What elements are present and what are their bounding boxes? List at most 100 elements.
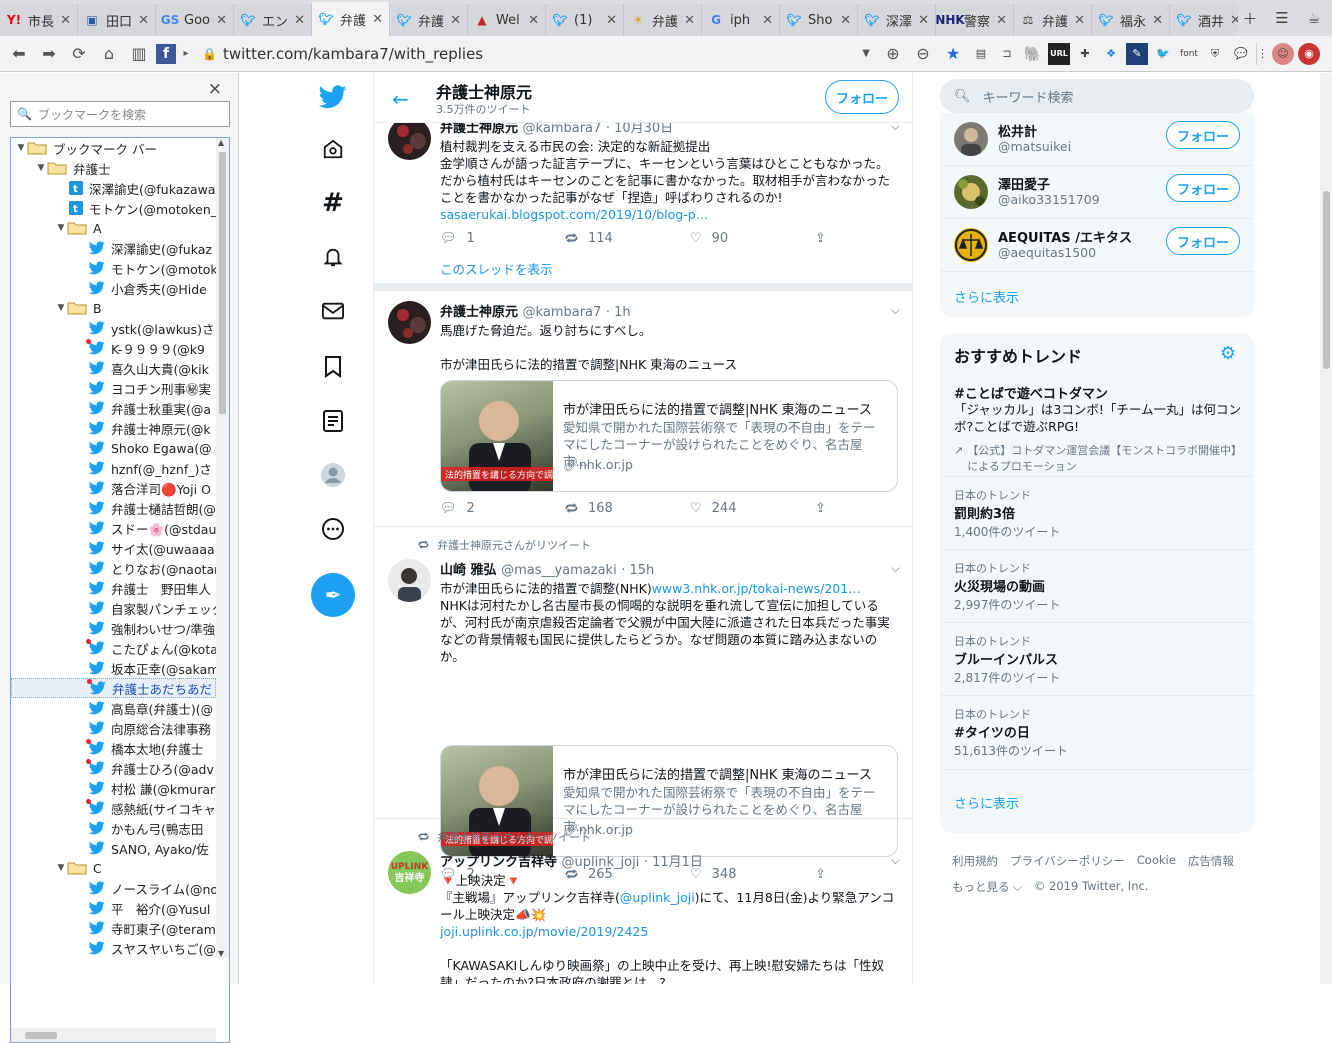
- bookmark-item[interactable]: ノースライム(@no: [11, 878, 216, 898]
- bookmark-item[interactable]: 弁護士神原元(@k: [11, 418, 216, 438]
- zoom-in-icon[interactable]: ⊕: [880, 41, 906, 67]
- lists-icon[interactable]: [305, 401, 361, 441]
- tweet-time[interactable]: · 15h: [621, 563, 654, 578]
- settings-gear-icon[interactable]: ⚙: [1220, 343, 1236, 364]
- bookmark-search-input[interactable]: 🔍 ブックマークを検索: [10, 101, 230, 127]
- close-icon[interactable]: ×: [208, 79, 222, 99]
- explore-hashtag-icon[interactable]: #: [305, 183, 361, 223]
- expand-triangle-icon[interactable]: ▼: [55, 303, 67, 313]
- footer-link-cookie[interactable]: Cookie: [1137, 853, 1176, 869]
- font-icon[interactable]: font: [1178, 43, 1200, 65]
- show-thread-link[interactable]: このスレッドを表示: [440, 259, 553, 278]
- author-handle[interactable]: @mas__yamazaki: [501, 563, 617, 578]
- browser-tab[interactable]: Giph ✕: [702, 4, 780, 36]
- bookmark-item[interactable]: スドー🌸(@stdau: [11, 518, 216, 538]
- browser-tab[interactable]: 🐦︎ 弁護 ✕: [390, 4, 468, 36]
- bookmark-folder[interactable]: ▼ A: [11, 218, 216, 238]
- library-icon[interactable]: ▤: [970, 43, 992, 65]
- show-more-trends-link[interactable]: さらに表示: [954, 793, 1019, 812]
- bookmark-item[interactable]: ヨコチン刑事㊙実: [11, 378, 216, 398]
- tree-hscroll-thumb[interactable]: [25, 1032, 57, 1039]
- browser-tab[interactable]: 🐦︎ 福永 ✕: [1092, 4, 1170, 36]
- footer-more-link[interactable]: もっと見る ⌵: [952, 879, 1022, 895]
- author-name[interactable]: 山崎 雅弘: [440, 563, 497, 578]
- close-tab-icon[interactable]: ✕: [762, 13, 773, 28]
- bookmark-item[interactable]: 小倉秀夫(@Hide: [11, 278, 216, 298]
- bookmark-folder[interactable]: ▼ B: [11, 298, 216, 318]
- tweet-link[interactable]: sasaerukai.blogspot.com/2019/10/blog-p…: [440, 206, 900, 223]
- browser-tab[interactable]: ▣ 田口 ✕: [78, 4, 156, 36]
- bookmark-item[interactable]: 落合洋司🔴Yoji O: [11, 478, 216, 498]
- scroll-up-arrow-icon[interactable]: ▲: [218, 138, 224, 147]
- profile-avatar-icon[interactable]: ☺: [1272, 42, 1294, 65]
- retweet-button[interactable]: 🔁︎ 114: [565, 229, 690, 248]
- follow-suggestion[interactable]: 澤田愛子 @aiko33151709 フォロー: [940, 166, 1254, 219]
- retweet-context-text[interactable]: 弁護士神原元さんがリツイート: [437, 537, 591, 553]
- footer-link-terms[interactable]: 利用規約: [952, 853, 998, 869]
- author-handle[interactable]: @uplink_joji: [562, 855, 640, 870]
- bookmark-folder[interactable]: ▼ 弁護士: [11, 158, 216, 178]
- tab-list-icon[interactable]: ☰: [1270, 6, 1294, 30]
- close-tab-icon[interactable]: ✕: [528, 13, 539, 28]
- share-button[interactable]: ⇪: [815, 231, 912, 246]
- scroll-down-arrow-icon[interactable]: ▼: [218, 949, 224, 958]
- tweet[interactable]: 🔁︎ 弁護士神原元さんがリツイート UPLINK 吉祥寺 アップリンク吉祥寺 @u…: [374, 819, 912, 984]
- dropbox-icon[interactable]: ❖: [1100, 43, 1122, 65]
- bookmark-item[interactable]: 寺町東子(@teram: [11, 918, 216, 938]
- page-scroll-thumb[interactable]: [1323, 191, 1330, 369]
- twitter-logo-icon[interactable]: [305, 77, 361, 117]
- forward-icon[interactable]: ➡: [36, 41, 62, 67]
- retweet-context-text[interactable]: 弁護士神原元さんがリツイート: [437, 829, 591, 845]
- bookmark-item[interactable]: かもん弓(鴨志田: [11, 818, 216, 838]
- bookmark-item[interactable]: モトケン(@motok: [11, 258, 216, 278]
- bookmark-item[interactable]: サイ太(@uwaaaa): [11, 538, 216, 558]
- chevron-down-icon[interactable]: ⌵: [891, 561, 900, 576]
- bookmark-folder[interactable]: ▼ C: [11, 858, 216, 878]
- url-dropdown-icon[interactable]: ▼: [862, 48, 870, 59]
- close-tab-icon[interactable]: ✕: [450, 13, 461, 28]
- bookmark-item[interactable]: 平 裕介(@Yusul: [11, 898, 216, 918]
- like-button[interactable]: ♡ 90: [690, 231, 815, 246]
- bookmark-item[interactable]: 坂本正幸(@sakam: [11, 658, 216, 678]
- back-icon[interactable]: ⬅: [6, 41, 32, 67]
- trend-name[interactable]: #ことばで遊べコトダマン: [954, 383, 1108, 402]
- tweet[interactable]: 🔁︎ 弁護士神原元さんがリツイート 山崎 雅弘 @mas__yamazaki · …: [374, 527, 912, 883]
- messages-envelope-icon[interactable]: [305, 291, 361, 331]
- trend-name[interactable]: 罰則約3倍: [954, 503, 1015, 522]
- browser-tab[interactable]: 🐦︎ 酒井 ✕: [1170, 4, 1248, 36]
- author-name[interactable]: 弁護士神原元: [440, 121, 518, 136]
- trend-item[interactable]: 日本のトレンド ブルーインパルス 2,817件のツイート: [940, 623, 1254, 696]
- trend-name[interactable]: ブルーインパルス: [954, 649, 1058, 668]
- expand-triangle-icon[interactable]: ▼: [15, 143, 27, 153]
- reply-button[interactable]: 💬︎ 1: [440, 231, 565, 246]
- new-tab-icon[interactable]: ＋: [1238, 6, 1262, 30]
- bookmark-item[interactable]: 高島章(弁護士)(@: [11, 698, 216, 718]
- bookmark-item[interactable]: SANO, Ayako/佐: [11, 838, 216, 858]
- bookmark-item[interactable]: 喜久山大貴(@kik: [11, 358, 216, 378]
- tweet-link[interactable]: www3.nhk.or.jp/tokai-news/201…: [652, 581, 861, 596]
- expand-triangle-icon[interactable]: ▼: [55, 223, 67, 233]
- tweet[interactable]: 弁護士神原元 @kambara7 · 10月30日 植村裁判を支える市民の会: …: [374, 117, 912, 283]
- close-tab-icon[interactable]: ✕: [372, 12, 383, 27]
- bookmark-item[interactable]: 弁護士秋重実(@a: [11, 398, 216, 418]
- bookmark-tree[interactable]: ▼ ブックマーク バー ▼ 弁護士 t 深澤諭史(@fukazawa t モトケン(@moto…: [10, 137, 230, 1043]
- tweet-author[interactable]: アップリンク吉祥寺 @uplink_joji · 11月1日: [440, 851, 900, 870]
- author-handle[interactable]: @kambara7: [523, 305, 602, 320]
- tweet[interactable]: 弁護士神原元 @kambara7 · 1h 馬鹿げた脅迫だ。返り討ちにすべし。 …: [374, 291, 912, 527]
- tree-horizontal-scrollbar[interactable]: [11, 1028, 216, 1042]
- overflow-arrow-icon[interactable]: ▸: [180, 41, 192, 67]
- reply-button[interactable]: 💬︎ 2: [440, 501, 565, 516]
- bookmark-item[interactable]: 自家製パンチェッタ: [11, 598, 216, 618]
- author-name[interactable]: アップリンク吉祥寺: [440, 855, 557, 870]
- home-icon[interactable]: ⌂: [96, 41, 122, 67]
- bookmark-item[interactable]: 弁護士樋詰哲朗(@: [11, 498, 216, 518]
- url-text[interactable]: twitter.com/kambara7/with_replies: [223, 45, 856, 63]
- follow-button[interactable]: フォロー: [825, 80, 899, 114]
- notifications-bell-icon[interactable]: [305, 237, 361, 277]
- bookmark-sidebar-icon[interactable]: ▥: [126, 41, 152, 67]
- avatar[interactable]: [954, 122, 988, 156]
- bookmark-item[interactable]: 橋本太地(弁護士: [11, 738, 216, 758]
- footer-link-ads[interactable]: 広告情報: [1188, 853, 1234, 869]
- star-icon[interactable]: ★: [940, 41, 966, 67]
- url-shortener-icon[interactable]: URL: [1048, 42, 1070, 65]
